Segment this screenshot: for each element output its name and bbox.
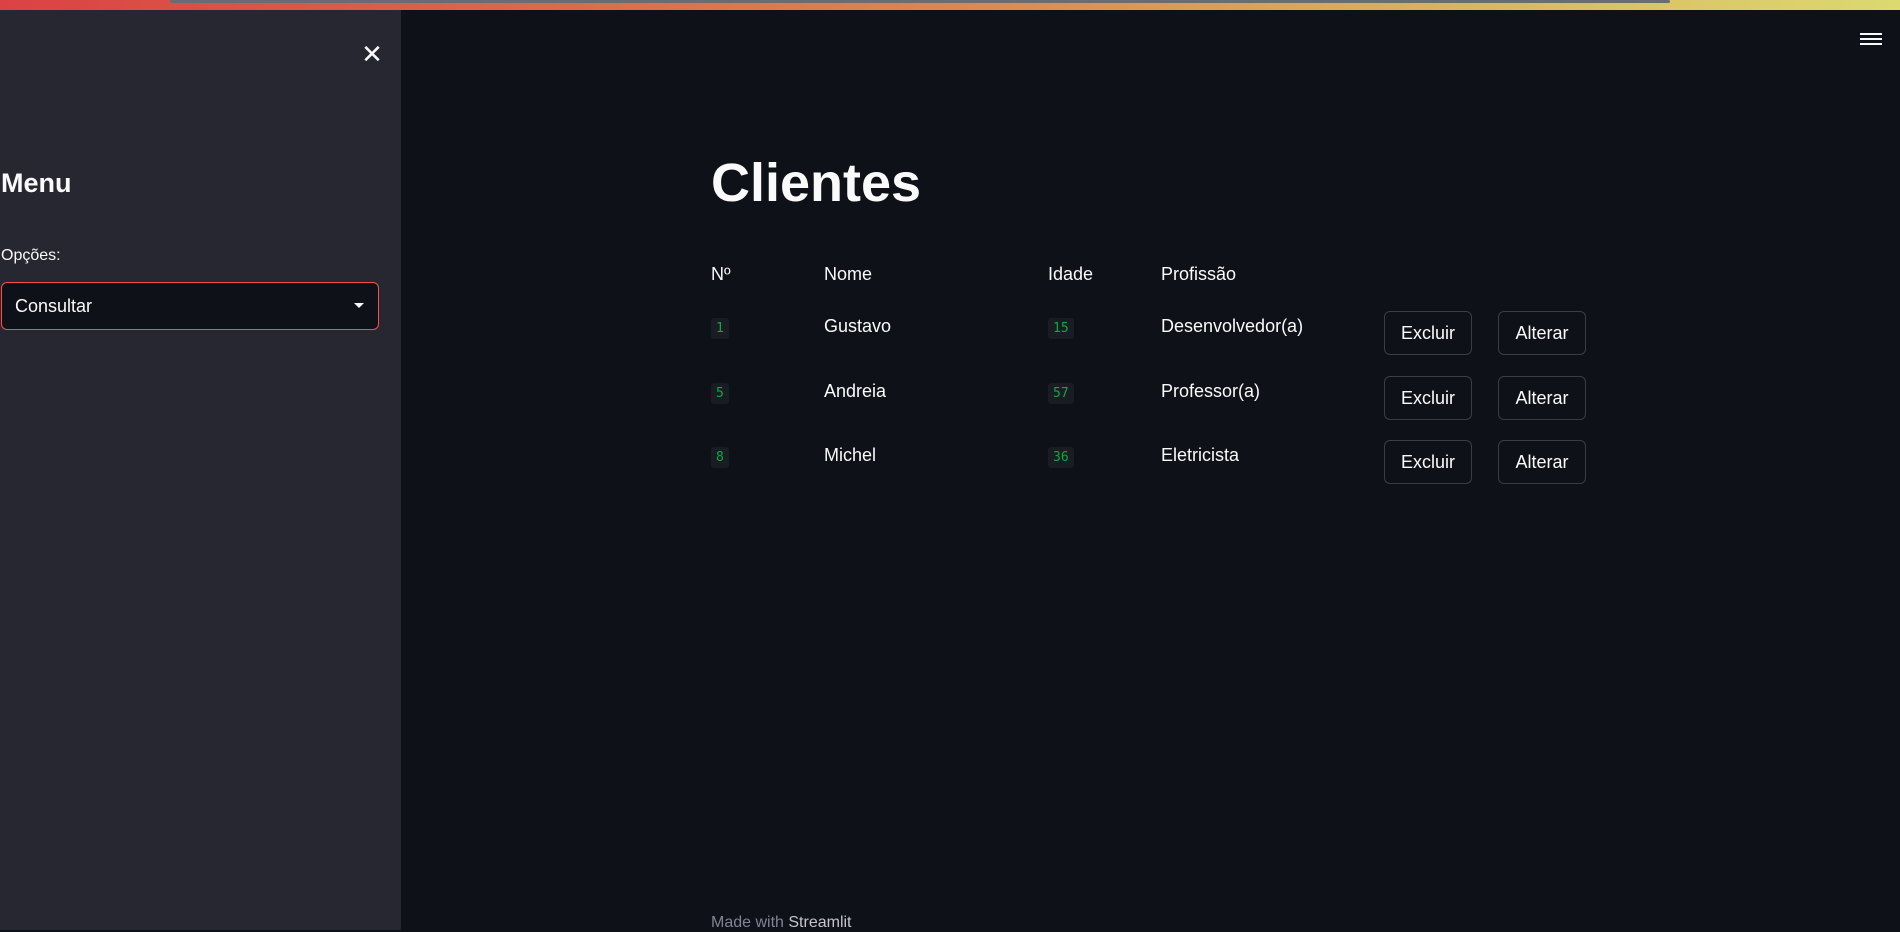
delete-button[interactable]: Excluir [1384, 440, 1472, 484]
footer-prefix: Made with [711, 914, 784, 931]
select-value: Consultar [15, 295, 93, 316]
top-scrollbar[interactable] [170, 0, 1670, 3]
client-name: Gustavo [824, 316, 892, 336]
main-menu-button[interactable] [1860, 30, 1882, 48]
column-header-number: Nº [711, 264, 731, 284]
page-title: Clientes [711, 153, 922, 213]
client-age: 36 [1048, 447, 1074, 468]
close-sidebar-button[interactable]: ✕ [358, 38, 386, 69]
column-header-profession: Profissão [1161, 264, 1237, 284]
client-age: 15 [1048, 318, 1074, 339]
client-profession: Desenvolvedor(a) [1161, 316, 1304, 336]
client-id: 8 [711, 447, 729, 468]
client-profession: Professor(a) [1161, 381, 1261, 401]
hamburger-line [1860, 38, 1882, 40]
options-select[interactable]: Consultar [1, 282, 379, 330]
edit-button[interactable]: Alterar [1498, 311, 1586, 355]
options-label: Opções: [1, 247, 61, 264]
delete-button[interactable]: Excluir [1384, 376, 1472, 420]
client-age: 57 [1048, 383, 1074, 404]
edit-button[interactable]: Alterar [1498, 376, 1586, 420]
client-id: 5 [711, 383, 729, 404]
client-name: Andreia [824, 381, 887, 401]
column-header-name: Nome [824, 264, 873, 284]
sidebar: ✕ Menu Opções: Consultar [0, 10, 401, 930]
delete-button[interactable]: Excluir [1384, 311, 1472, 355]
footer-brand-link[interactable]: Streamlit [788, 914, 851, 931]
footer: Made with Streamlit [711, 914, 852, 932]
client-profession: Eletricista [1161, 445, 1240, 465]
client-name: Michel [824, 445, 877, 465]
chevron-down-icon [354, 303, 364, 308]
hamburger-line [1860, 43, 1882, 45]
client-id: 1 [711, 318, 729, 339]
close-icon: ✕ [361, 38, 383, 69]
hamburger-menu-icon [1860, 33, 1882, 35]
edit-button[interactable]: Alterar [1498, 440, 1586, 484]
column-header-age: Idade [1048, 264, 1094, 284]
sidebar-title: Menu [1, 168, 72, 198]
